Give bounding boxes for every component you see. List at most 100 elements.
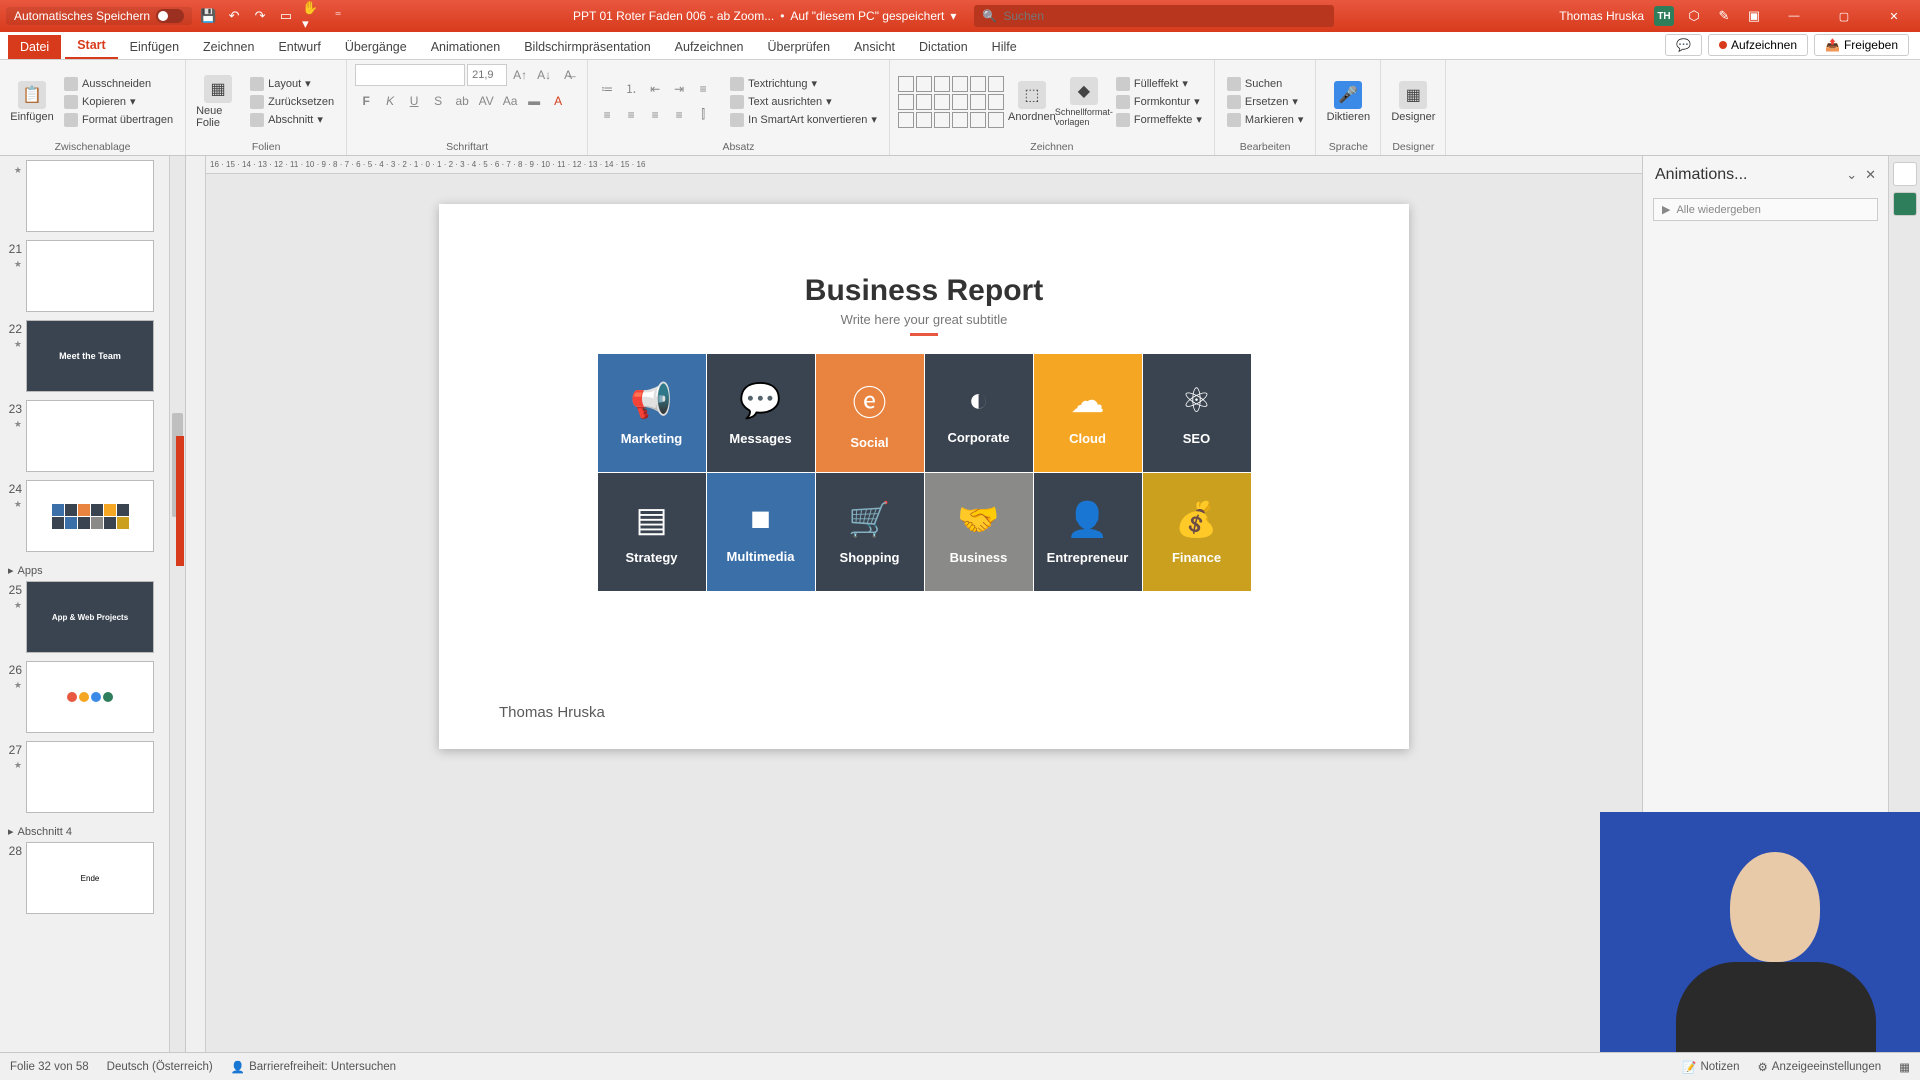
window-icon[interactable]: ▣ [1744, 6, 1764, 26]
slide-thumb-23[interactable] [26, 400, 154, 472]
chevron-down-icon[interactable]: ⌄ [1846, 167, 1857, 183]
search-box[interactable]: 🔍 [974, 5, 1334, 27]
toggle-switch[interactable] [156, 9, 184, 23]
font-family-input[interactable] [355, 64, 465, 86]
paste-button[interactable]: 📋Einfügen [8, 79, 56, 125]
touch-icon[interactable]: ✋▾ [302, 6, 322, 26]
tile-cloud[interactable]: ☁Cloud [1034, 354, 1142, 472]
tab-zeichnen[interactable]: Zeichnen [191, 35, 266, 59]
slide-counter[interactable]: Folie 32 von 58 [10, 1061, 89, 1073]
qat-overflow-icon[interactable]: ⁼ [328, 6, 348, 26]
chevron-down-icon[interactable]: ▾ [950, 9, 956, 23]
select-button[interactable]: Markieren ▾ [1223, 112, 1307, 128]
tile-social[interactable]: ⓔSocial [816, 354, 924, 472]
copy-button[interactable]: Kopieren ▾ [60, 94, 177, 110]
accessibility-button[interactable]: 👤 Barrierefreiheit: Untersuchen [231, 1060, 396, 1074]
comments-button[interactable]: 💬 [1665, 34, 1702, 56]
slideshow-icon[interactable]: ▭ [276, 6, 296, 26]
sync-icon[interactable]: ⬡ [1684, 6, 1704, 26]
tab-ansicht[interactable]: Ansicht [842, 35, 907, 59]
smartart-button[interactable]: In SmartArt konvertieren ▾ [726, 112, 881, 128]
find-button[interactable]: Suchen [1223, 76, 1307, 92]
tile-strategy[interactable]: ▤Strategy [598, 473, 706, 591]
text-direction-button[interactable]: Textrichtung ▾ [726, 76, 881, 92]
shadow-button[interactable]: ab [451, 90, 473, 112]
tab-hilfe[interactable]: Hilfe [980, 35, 1029, 59]
font-size-input[interactable] [467, 64, 507, 86]
normal-view-icon[interactable]: ▦ [1899, 1060, 1910, 1074]
tab-bildschirm[interactable]: Bildschirmpräsentation [512, 35, 662, 59]
indent-dec-icon[interactable]: ⇤ [644, 78, 666, 100]
tile-finance[interactable]: 💰Finance [1143, 473, 1251, 591]
line-spacing-icon[interactable]: ≡ [692, 78, 714, 100]
freigeben-button[interactable]: 📤 Freigeben [1814, 34, 1909, 56]
aufzeichnen-button[interactable]: Aufzeichnen [1708, 34, 1808, 56]
thumbnails-scrollbar[interactable] [169, 156, 185, 1052]
case-button[interactable]: Aa [499, 90, 521, 112]
tile-seo[interactable]: ⚛SEO [1143, 354, 1251, 472]
tile-business[interactable]: 🤝Business [925, 473, 1033, 591]
slide-canvas[interactable]: Business Report Write here your great su… [206, 174, 1642, 1052]
effects-button[interactable]: Formeffekte ▾ [1112, 112, 1206, 128]
slide[interactable]: Business Report Write here your great su… [439, 204, 1409, 749]
tab-einfuegen[interactable]: Einfügen [118, 35, 191, 59]
slide-thumb-28[interactable]: Ende [26, 842, 154, 914]
spacing-button[interactable]: AV [475, 90, 497, 112]
decrease-font-icon[interactable]: A↓ [533, 64, 555, 86]
tab-datei[interactable]: Datei [8, 35, 61, 59]
tab-animationen[interactable]: Animationen [419, 35, 513, 59]
numbering-icon[interactable]: ⒈ [620, 78, 642, 100]
slide-subtitle[interactable]: Write here your great subtitle [479, 312, 1369, 327]
format-painter-button[interactable]: Format übertragen [60, 112, 177, 128]
cut-button[interactable]: Ausschneiden [60, 76, 177, 92]
tab-uebergaenge[interactable]: Übergänge [333, 35, 419, 59]
tile-grid[interactable]: 📢Marketing💬MessagesⓔSocial◐Corporate☁Clo… [598, 354, 1251, 591]
align-left-icon[interactable]: ≡ [596, 104, 618, 126]
tab-dictation[interactable]: Dictation [907, 35, 980, 59]
designer-button[interactable]: ▦Designer [1389, 79, 1437, 125]
slide-thumb-26[interactable] [26, 661, 154, 733]
fill-button[interactable]: Fülleffekt ▾ [1112, 76, 1206, 92]
slide-thumb-27[interactable] [26, 741, 154, 813]
tile-marketing[interactable]: 📢Marketing [598, 354, 706, 472]
slide-thumb-22[interactable]: Meet the Team [26, 320, 154, 392]
section-button[interactable]: Abschnitt ▾ [246, 112, 338, 128]
section-abschnitt4[interactable]: ▸ Abschnitt 4 [2, 821, 181, 842]
save-icon[interactable]: 💾 [198, 6, 218, 26]
tile-entrepreneur[interactable]: 👤Entrepreneur [1034, 473, 1142, 591]
notes-button[interactable]: 📝 Notizen [1682, 1060, 1739, 1074]
undo-icon[interactable]: ↶ [224, 6, 244, 26]
tab-ueberpruefen[interactable]: Überprüfen [755, 35, 842, 59]
display-settings-button[interactable]: ⚙ Anzeigeeinstellungen [1757, 1060, 1881, 1074]
dictate-button[interactable]: 🎤Diktieren [1324, 79, 1372, 125]
increase-font-icon[interactable]: A↑ [509, 64, 531, 86]
columns-icon[interactable]: ⫿ [692, 104, 714, 126]
justify-icon[interactable]: ≡ [668, 104, 690, 126]
bullets-icon[interactable]: ≔ [596, 78, 618, 100]
reset-button[interactable]: Zurücksetzen [246, 94, 338, 110]
play-all-button[interactable]: ▶ Alle wiedergeben [1653, 198, 1878, 221]
redo-icon[interactable]: ↷ [250, 6, 270, 26]
bold-button[interactable]: F [355, 90, 377, 112]
layout-button[interactable]: Layout ▾ [246, 76, 338, 92]
close-pane-icon[interactable]: ✕ [1865, 167, 1876, 183]
animations-tab-icon[interactable] [1893, 192, 1917, 216]
language-indicator[interactable]: Deutsch (Österreich) [107, 1061, 213, 1073]
tile-messages[interactable]: 💬Messages [707, 354, 815, 472]
minimize-button[interactable]: — [1774, 0, 1814, 32]
highlight-button[interactable]: ▬ [523, 90, 545, 112]
outline-button[interactable]: Formkontur ▾ [1112, 94, 1206, 110]
align-center-icon[interactable]: ≡ [620, 104, 642, 126]
slide-thumb-24[interactable] [26, 480, 154, 552]
arrange-button[interactable]: ⬚Anordnen [1008, 79, 1056, 125]
italic-button[interactable]: K [379, 90, 401, 112]
strike-button[interactable]: S [427, 90, 449, 112]
autosave-toggle[interactable]: Automatisches Speichern [6, 7, 192, 25]
new-slide-button[interactable]: ▦Neue Folie [194, 73, 242, 131]
tile-corporate[interactable]: ◐Corporate [925, 354, 1033, 472]
align-right-icon[interactable]: ≡ [644, 104, 666, 126]
slide-thumb[interactable] [26, 160, 154, 232]
font-color-button[interactable]: A [547, 90, 569, 112]
underline-button[interactable]: U [403, 90, 425, 112]
search-input[interactable] [1003, 9, 1326, 23]
